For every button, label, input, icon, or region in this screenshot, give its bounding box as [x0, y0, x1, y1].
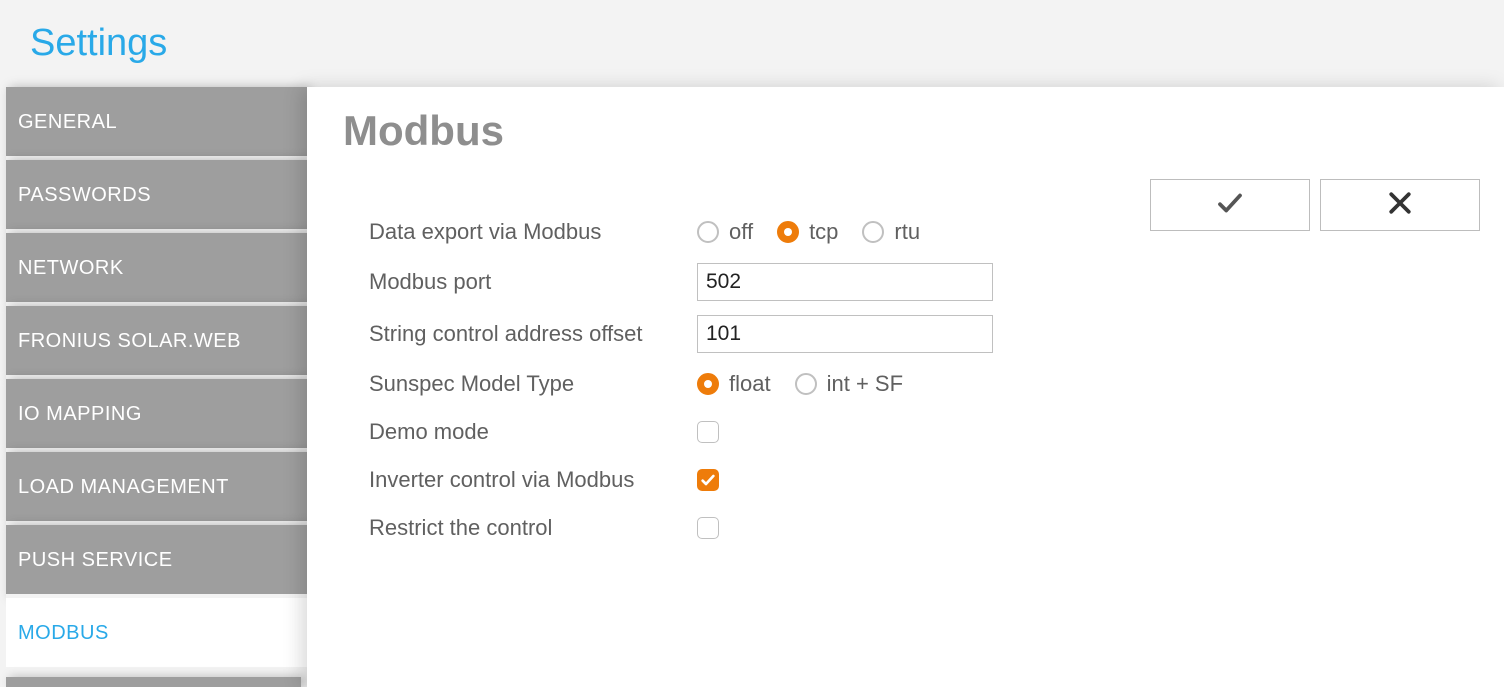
- sunspec-radio-label: int + SF: [827, 371, 903, 397]
- sidebar-item-modbus[interactable]: MODBUS: [6, 598, 307, 671]
- save-button[interactable]: [1150, 179, 1310, 231]
- modbus-port-label: Modbus port: [369, 269, 697, 295]
- demo-mode-label: Demo mode: [369, 419, 697, 445]
- data-export-radio-off[interactable]: [697, 221, 719, 243]
- inverter-control-checkbox[interactable]: [697, 469, 719, 491]
- sidebar-item-label: MODBUS: [18, 621, 109, 645]
- sunspec-radio-float[interactable]: [697, 373, 719, 395]
- data-export-radio-label: tcp: [809, 219, 838, 245]
- inverter-control-label: Inverter control via Modbus: [369, 467, 697, 493]
- sidebar-item-label: PUSH SERVICE: [18, 548, 173, 572]
- sidebar-item-passwords[interactable]: PASSWORDS: [6, 160, 307, 233]
- data-export-radio-tcp[interactable]: [777, 221, 799, 243]
- sunspec-radio-int-sf[interactable]: [795, 373, 817, 395]
- main-panel: Modbus Data export via Modbus offtcprtu …: [307, 87, 1504, 687]
- sidebar-item-fronius-solar-web[interactable]: FRONIUS SOLAR.WEB: [6, 306, 307, 379]
- data-export-radio-label: rtu: [894, 219, 920, 245]
- restrict-control-checkbox[interactable]: [697, 517, 719, 539]
- offset-label: String control address offset: [369, 321, 697, 347]
- data-export-radio-label: off: [729, 219, 753, 245]
- sidebar-item-label: GENERAL: [18, 110, 117, 134]
- sidebar-item-label: LOAD MANAGEMENT: [18, 475, 229, 499]
- sunspec-label: Sunspec Model Type: [369, 371, 697, 397]
- data-export-radio-rtu[interactable]: [862, 221, 884, 243]
- restrict-control-label: Restrict the control: [369, 515, 697, 541]
- sidebar-item-general[interactable]: GENERAL: [6, 87, 307, 160]
- sidebar-item-push-service[interactable]: PUSH SERVICE: [6, 525, 307, 598]
- sidebar-item-load-management[interactable]: LOAD MANAGEMENT: [6, 452, 307, 525]
- sunspec-radio-label: float: [729, 371, 771, 397]
- check-icon: [1215, 188, 1245, 223]
- page-title: Settings: [30, 22, 1504, 65]
- modbus-port-input[interactable]: [697, 263, 993, 301]
- sidebar-item-label: PASSWORDS: [18, 183, 151, 207]
- sidebar-item-network[interactable]: NETWORK: [6, 233, 307, 306]
- close-icon: [1385, 188, 1415, 223]
- sidebar: GENERAL PASSWORDS NETWORK FRONIUS SOLAR.WEB…: [0, 87, 307, 687]
- sidebar-item-io-mapping[interactable]: IO MAPPING: [6, 379, 307, 452]
- panel-heading: Modbus: [343, 107, 1480, 155]
- sidebar-item-label: FRONIUS SOLAR.WEB: [18, 329, 241, 353]
- cancel-button[interactable]: [1320, 179, 1480, 231]
- data-export-label: Data export via Modbus: [369, 219, 697, 245]
- sidebar-item-label: NETWORK: [18, 256, 124, 280]
- sidebar-item-label: IO MAPPING: [18, 402, 142, 426]
- offset-input[interactable]: [697, 315, 993, 353]
- demo-mode-checkbox[interactable]: [697, 421, 719, 443]
